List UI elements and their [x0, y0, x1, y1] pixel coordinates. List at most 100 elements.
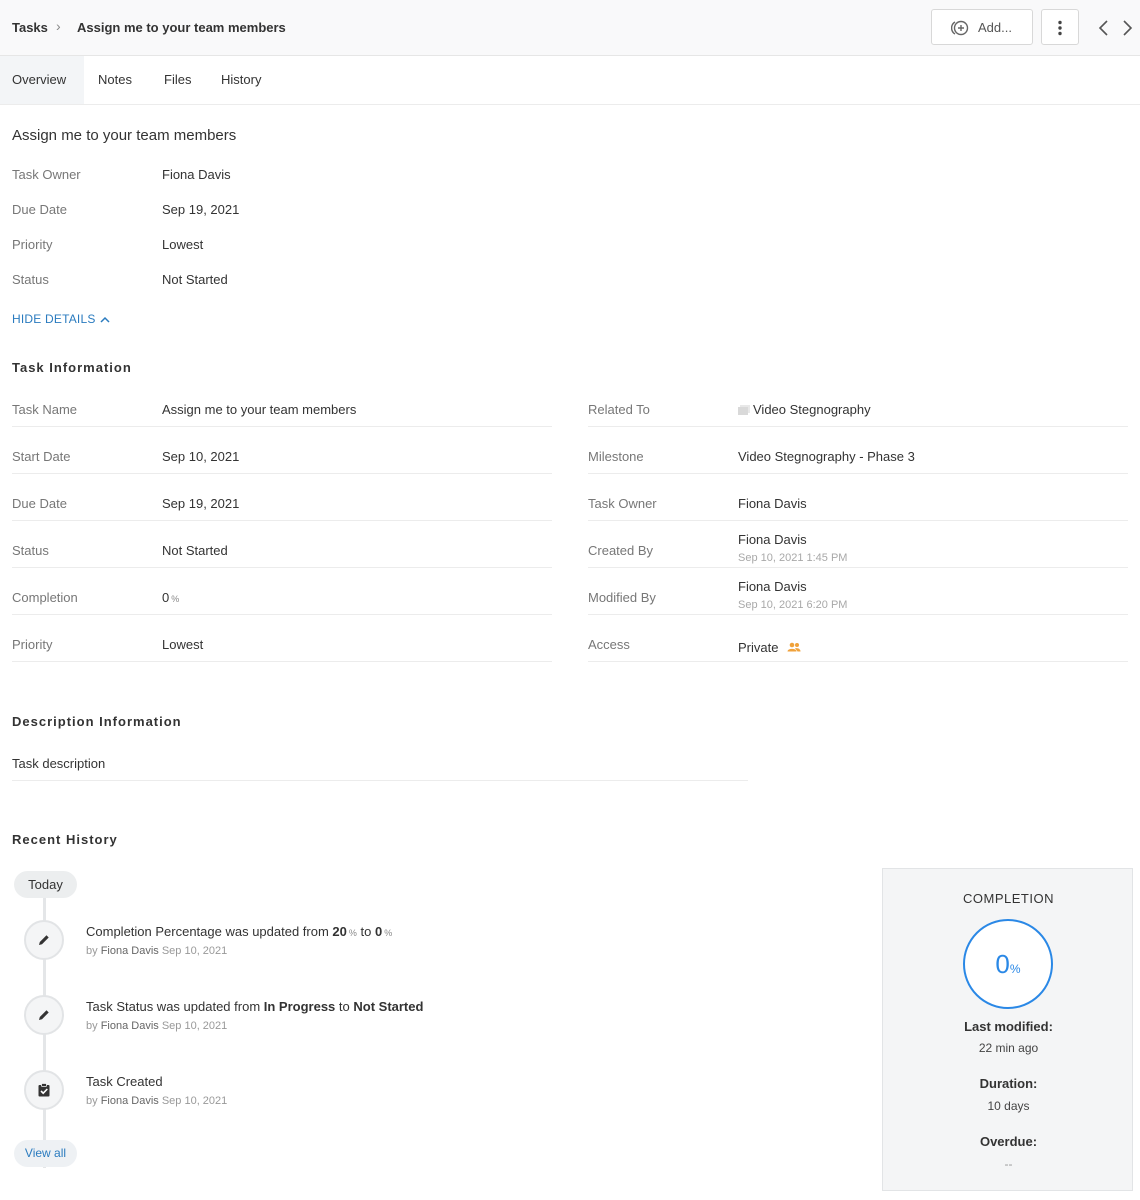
summary-value: Not Started — [162, 272, 228, 287]
field-timestamp: Sep 10, 2021 1:45 PM — [738, 552, 848, 564]
field-label: Task Name — [12, 402, 78, 417]
tab-history[interactable]: History — [221, 56, 261, 104]
field-status: Status Not Started — [12, 521, 552, 568]
breadcrumb-chevron-icon: › — [56, 18, 61, 34]
today-badge: Today — [14, 871, 77, 898]
history-item-icon — [24, 995, 64, 1035]
field-value[interactable]: Lowest — [162, 637, 203, 652]
history-item-meta: by Fiona Davis Sep 10, 2021 — [86, 945, 228, 957]
field-value[interactable]: Video Stegnography — [738, 402, 871, 417]
field-due-date: Due Date Sep 19, 2021 — [12, 474, 552, 521]
summary-label: Priority — [12, 237, 53, 252]
field-created-by: Created By Fiona Davis Sep 10, 2021 1:45… — [588, 521, 1128, 568]
add-button-label: Add... — [978, 20, 1012, 35]
field-label: Status — [12, 543, 49, 558]
history-item-text: Task Status was updated from In Progress… — [86, 999, 424, 1014]
access-value: Private — [738, 640, 779, 655]
history-item-icon — [24, 920, 64, 960]
related-project: Video Stegnography — [753, 402, 871, 417]
summary-value: Fiona Davis — [162, 167, 231, 182]
field-milestone: Milestone Video Stegnography - Phase 3 — [588, 427, 1128, 474]
last-modified-value: 22 min ago — [978, 1041, 1039, 1055]
summary-value: Sep 19, 2021 — [162, 202, 240, 217]
completion-card: COMPLETION 0% Last modified: 22 min ago … — [882, 868, 1133, 1191]
hide-details-label: HIDE DETAILS — [12, 312, 96, 326]
field-label: Created By — [588, 543, 654, 558]
tab-bar: Overview Notes Files History — [0, 56, 1140, 105]
pencil-icon — [39, 1010, 49, 1020]
chevron-right-icon[interactable] — [1119, 18, 1135, 38]
description-field[interactable]: Task description — [12, 748, 748, 781]
field-start-date: Start Date Sep 10, 2021 — [12, 427, 552, 474]
chevron-up-icon — [100, 316, 110, 323]
pencil-icon — [39, 935, 49, 945]
summary-label: Status — [12, 272, 49, 287]
field-label: Completion — [12, 590, 78, 605]
completion-percent: 0% — [995, 949, 1021, 979]
top-bar: Tasks › Assign me to your team members A… — [0, 0, 1140, 56]
overdue-label: Overdue: — [979, 1134, 1038, 1149]
project-icon — [738, 405, 750, 415]
last-modified-label: Last modified: — [964, 1019, 1053, 1034]
hide-details-link[interactable]: HIDE DETAILS — [12, 312, 110, 326]
field-label: Task Owner — [588, 496, 657, 511]
chevron-left-icon[interactable] — [1096, 18, 1112, 38]
summary-label: Task Owner — [12, 167, 81, 182]
field-timestamp: Sep 10, 2021 6:20 PM — [738, 599, 848, 611]
field-value[interactable]: Private — [738, 640, 801, 655]
field-value[interactable]: Not Started — [162, 543, 228, 558]
users-icon — [787, 642, 801, 652]
duration-value: 10 days — [987, 1099, 1030, 1113]
field-value[interactable]: 0% — [162, 590, 179, 605]
percent-unit: % — [171, 594, 180, 604]
view-all-button[interactable]: View all — [14, 1140, 77, 1167]
field-label: Priority — [12, 637, 53, 652]
task-information-heading: Task Information — [12, 360, 132, 375]
history-item-meta: by Fiona Davis Sep 10, 2021 — [86, 1020, 228, 1032]
field-value[interactable]: Sep 19, 2021 — [162, 496, 239, 511]
page-title: Assign me to your team members — [12, 127, 237, 144]
summary-value: Lowest — [162, 237, 204, 252]
field-priority: Priority Lowest — [12, 615, 552, 662]
recent-history-heading: Recent History — [12, 832, 118, 847]
description-information-heading: Description Information — [12, 714, 182, 729]
breadcrumb-tasks[interactable]: Tasks — [12, 20, 48, 35]
field-modified-by: Modified By Fiona Davis Sep 10, 2021 6:2… — [588, 568, 1128, 615]
field-value[interactable]: Sep 10, 2021 — [162, 449, 239, 464]
add-circle-icon — [951, 20, 969, 36]
description-text: Task description — [12, 756, 106, 771]
field-related-to: Related To Video Stegnography — [588, 380, 1128, 427]
field-label: Milestone — [588, 449, 644, 464]
field-completion: Completion 0% — [12, 568, 552, 615]
field-value: Fiona Davis — [738, 532, 807, 547]
summary-label: Due Date — [12, 202, 67, 217]
breadcrumb-current: Assign me to your team members — [77, 20, 286, 35]
tab-files[interactable]: Files — [164, 56, 191, 104]
field-value: Fiona Davis — [738, 579, 807, 594]
field-task-owner: Task Owner Fiona Davis — [588, 474, 1128, 521]
history-item-text: Task Created — [86, 1074, 163, 1089]
field-task-name: Task Name Assign me to your team members — [12, 380, 552, 427]
duration-label: Duration: — [979, 1076, 1038, 1091]
field-access: Access Private — [588, 615, 1128, 662]
field-label: Modified By — [588, 590, 656, 605]
field-value[interactable]: Fiona Davis — [738, 496, 807, 511]
history-item-meta: by Fiona Davis Sep 10, 2021 — [86, 1095, 228, 1107]
tab-notes[interactable]: Notes — [98, 56, 132, 104]
field-label: Start Date — [12, 449, 71, 464]
vertical-dots-icon — [1058, 20, 1062, 36]
more-options-button[interactable] — [1041, 9, 1079, 45]
overdue-value: -- — [1004, 1157, 1013, 1171]
task-check-icon — [38, 1083, 50, 1097]
completion-card-title: COMPLETION — [963, 891, 1054, 906]
completion-value: 0 — [162, 590, 170, 605]
field-label: Due Date — [12, 496, 67, 511]
field-value[interactable]: Video Stegnography - Phase 3 — [738, 449, 915, 464]
tab-overview[interactable]: Overview — [0, 56, 84, 104]
field-value[interactable]: Assign me to your team members — [162, 402, 356, 417]
field-label: Access — [588, 637, 630, 652]
history-item-icon — [24, 1070, 64, 1110]
field-label: Related To — [588, 402, 650, 417]
history-item-text: Completion Percentage was updated from 2… — [86, 924, 393, 939]
add-button[interactable]: Add... — [931, 9, 1033, 45]
